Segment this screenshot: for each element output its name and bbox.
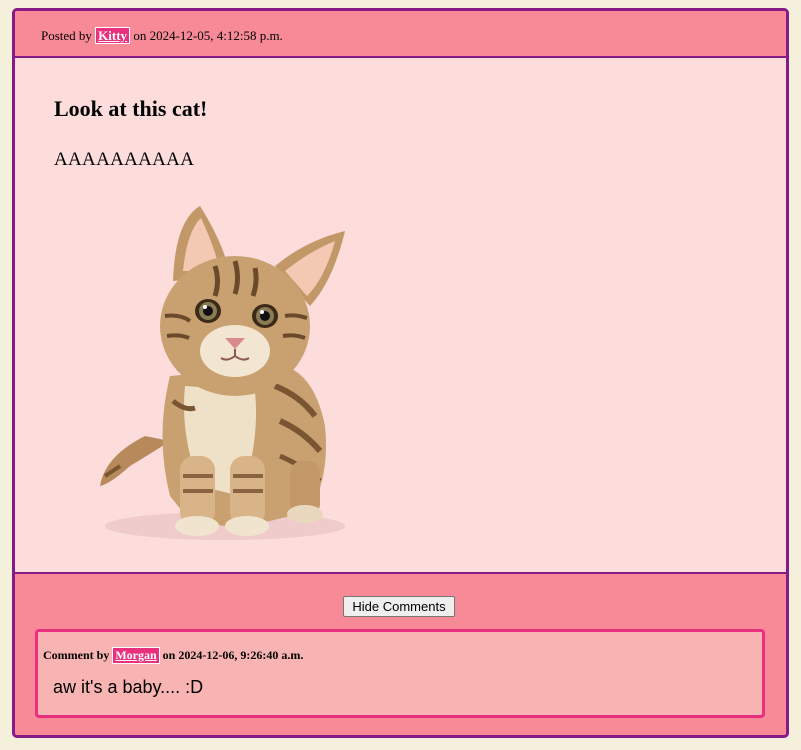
comment-author-link[interactable]: Morgan [112, 647, 160, 664]
comments-section: Hide Comments Comment by Morgan on 2024-… [15, 574, 786, 734]
comment-by-label: Comment by [43, 648, 110, 662]
post-title: Look at this cat! [54, 96, 208, 121]
hide-comments-button[interactable]: Hide Comments [343, 596, 455, 617]
post-on-label: on [133, 28, 147, 43]
comment-meta: Comment by Morgan on 2024-12-06, 9:26:40… [43, 647, 303, 664]
kitten-image [100, 206, 345, 540]
comment-on-label: on [162, 648, 176, 662]
posted-by-label: Posted by [41, 28, 92, 43]
post-text: AAAAAAAAAA [54, 149, 195, 170]
comment-card: Comment by Morgan on 2024-12-06, 9:26:40… [35, 629, 765, 718]
post-card: Posted by Kitty on 2024-12-05, 4:12:58 p… [12, 8, 789, 738]
comment-timestamp: 2024-12-06, 9:26:40 a.m. [178, 648, 304, 662]
post-header: Posted by Kitty on 2024-12-05, 4:12:58 p… [15, 11, 786, 58]
comment-text: aw it's a baby.... :D [53, 677, 204, 697]
post-body: Look at this cat! AAAAAAAAAA [15, 58, 786, 574]
post-author-link[interactable]: Kitty [95, 27, 131, 44]
post-timestamp: 2024-12-05, 4:12:58 p.m. [149, 28, 283, 43]
post-meta: Posted by Kitty on 2024-12-05, 4:12:58 p… [41, 27, 283, 44]
